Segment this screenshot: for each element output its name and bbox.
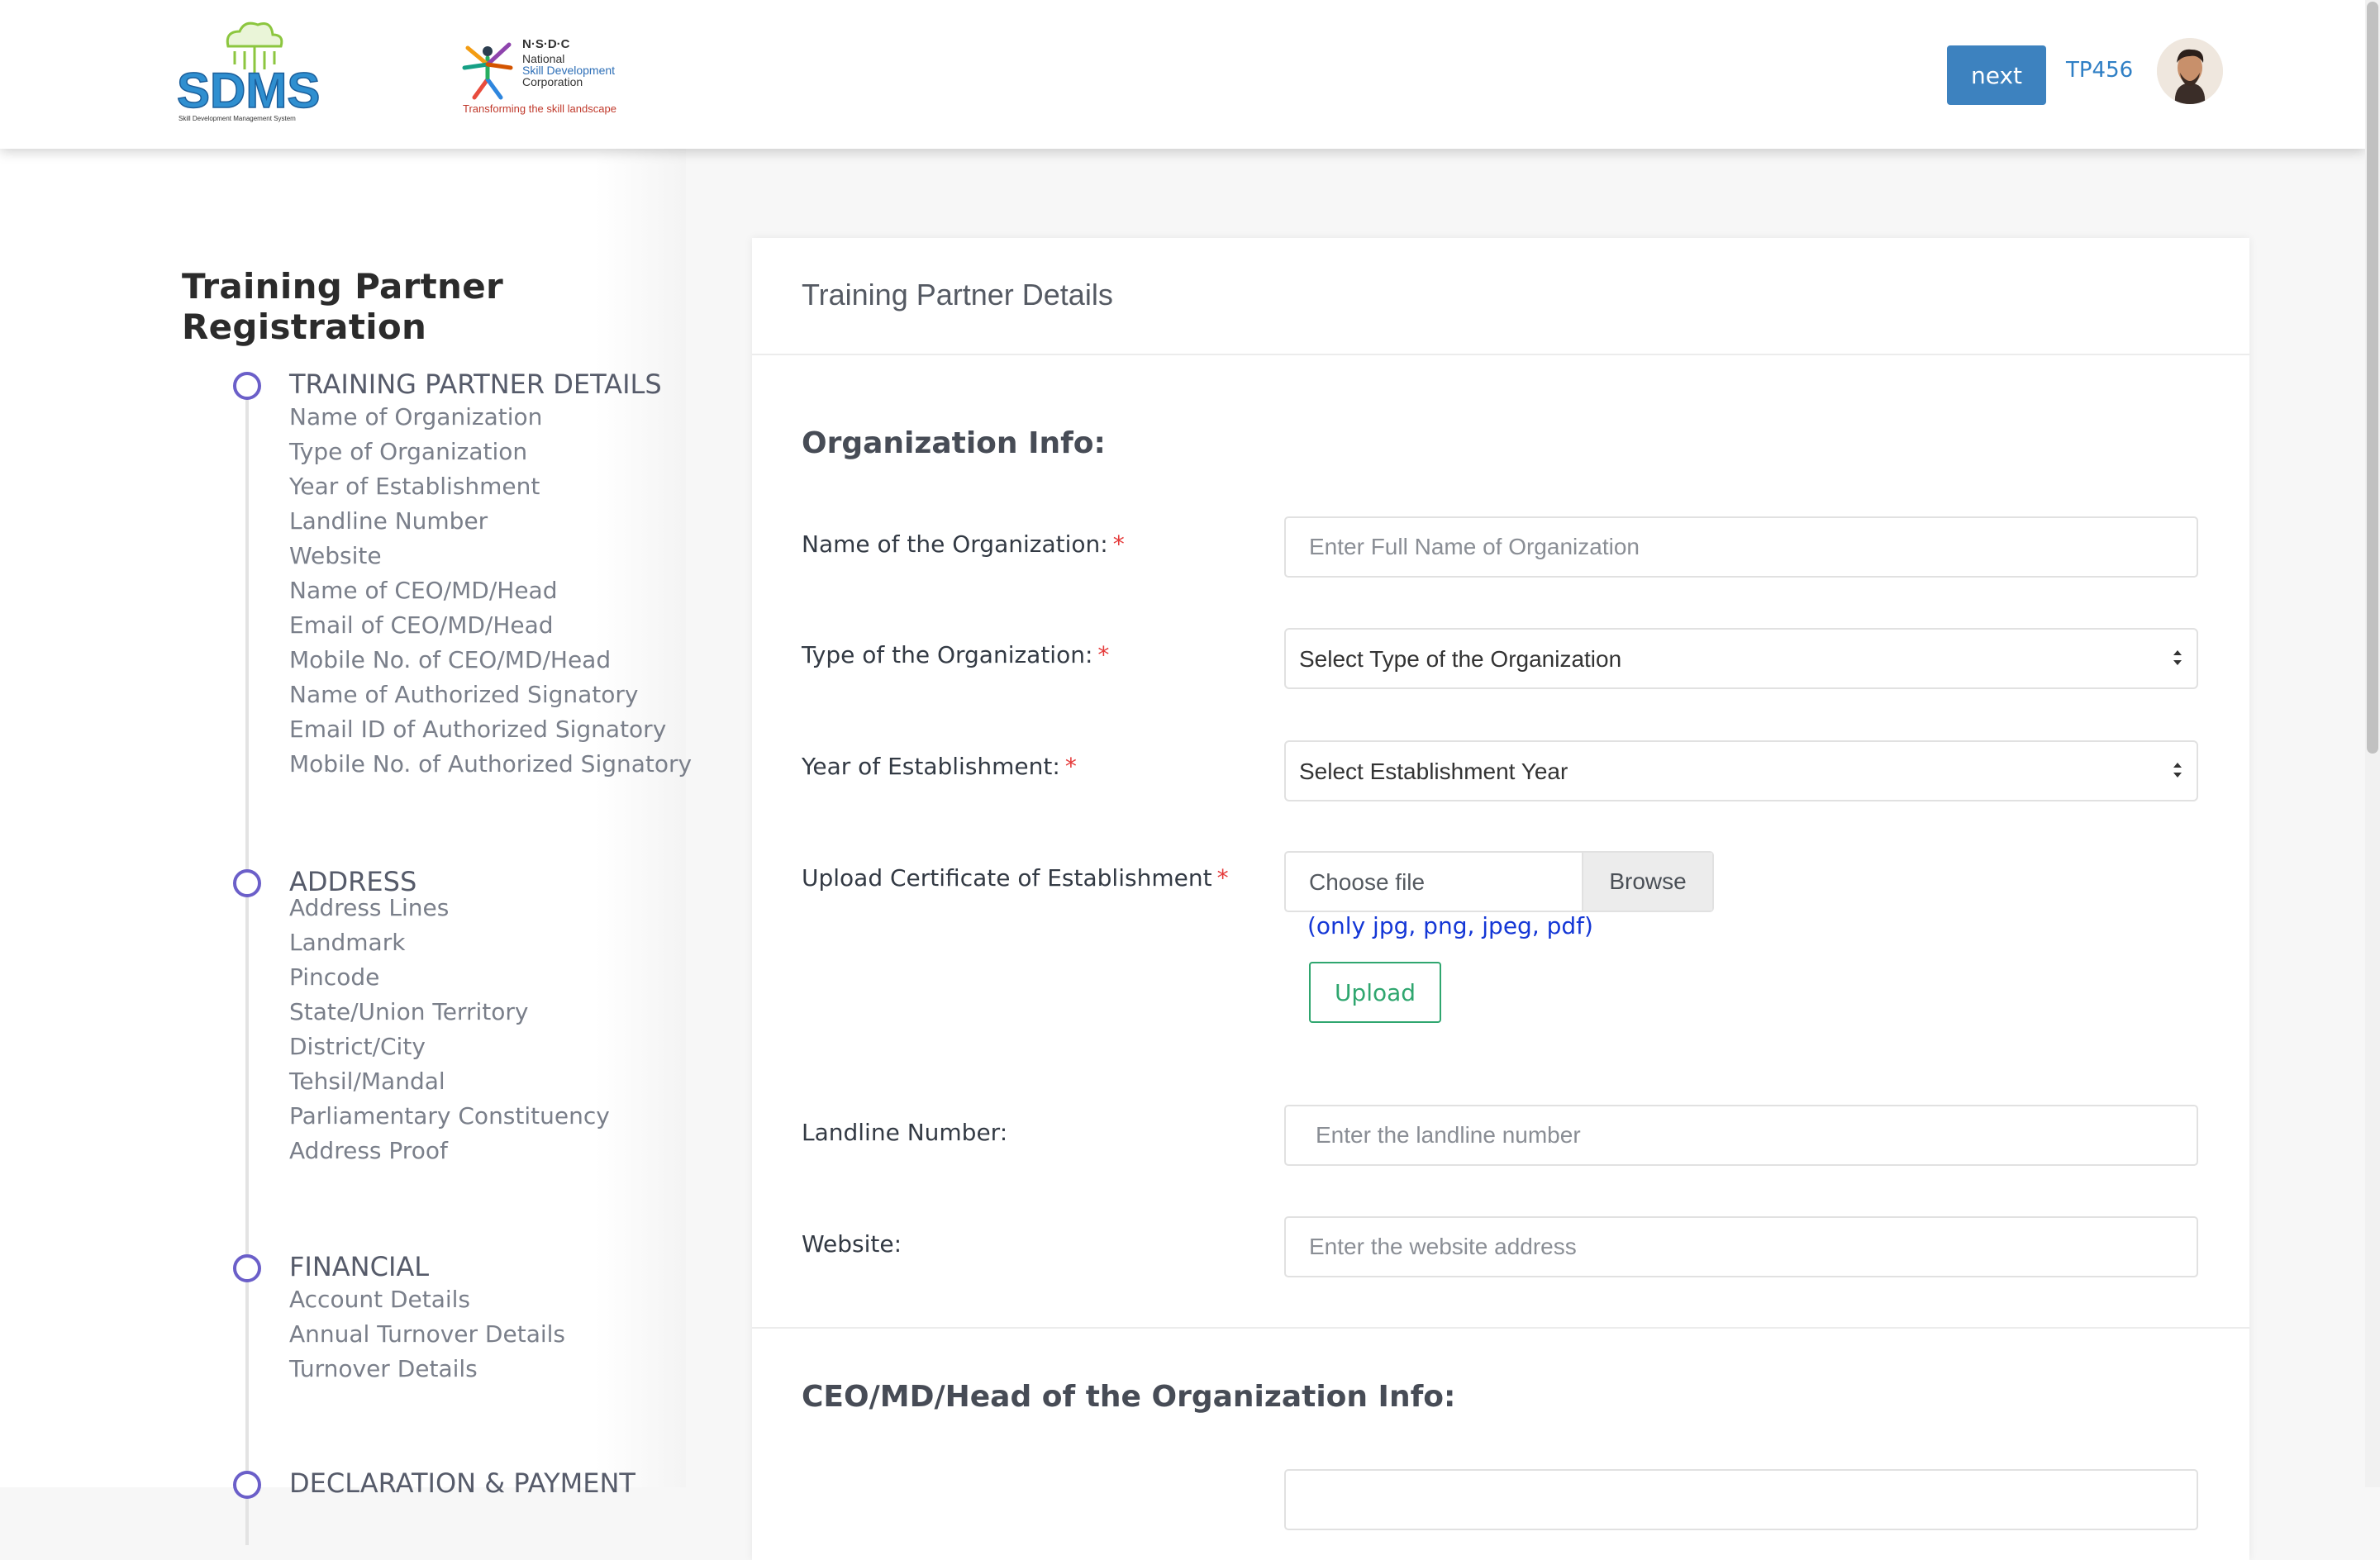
svg-text:Corporation: Corporation	[522, 75, 583, 88]
user-avatar[interactable]	[2157, 38, 2223, 104]
required-asterisk: *	[1112, 530, 1125, 558]
step-item[interactable]: Email of CEO/MD/Head	[289, 608, 692, 643]
sdms-logo[interactable]: SDMS Skill Development Management System	[175, 18, 327, 126]
step-item[interactable]: Landline Number	[289, 504, 692, 539]
user-id-label[interactable]: TP456	[2066, 58, 2133, 83]
step-item-list: Name of Organization Type of Organizatio…	[289, 400, 692, 782]
step-item[interactable]: Parliamentary Constituency	[289, 1099, 610, 1134]
top-navbar: SDMS Skill Development Management System…	[0, 0, 2365, 149]
step-item[interactable]: Address Proof	[289, 1134, 610, 1168]
step-item-list: Address Lines Landmark Pincode State/Uni…	[289, 891, 610, 1168]
organization-info-heading: Organization Info:	[802, 426, 1106, 460]
website-input[interactable]	[1284, 1216, 2198, 1277]
step-title[interactable]: DECLARATION & PAYMENT	[289, 1467, 635, 1499]
ceo-name-input[interactable]	[1284, 1469, 2198, 1530]
required-asterisk: *	[1064, 753, 1077, 780]
establishment-year-select[interactable]: Select Establishment Year	[1284, 740, 2198, 801]
website-label: Website:	[802, 1230, 902, 1258]
establishment-year-label: Year of Establishment: *	[802, 753, 1077, 780]
select-value: Select Establishment Year	[1299, 759, 1568, 784]
training-partner-details-card: Training Partner Details Organization In…	[752, 238, 2249, 1560]
step-item[interactable]: Mobile No. of Authorized Signatory	[289, 747, 692, 782]
label-text: Name of the Organization:	[802, 530, 1108, 558]
file-type-hint: (only jpg, png, jpeg, pdf)	[1307, 912, 1593, 939]
svg-text:Transforming the skill landsca: Transforming the skill landscape	[463, 102, 616, 115]
registration-steps-sidebar: Training Partner Registration TRAINING P…	[0, 149, 692, 1545]
scrollbar-thumb[interactable]	[2367, 2, 2378, 754]
landline-input[interactable]	[1284, 1105, 2198, 1166]
step-item[interactable]: Year of Establishment	[289, 469, 692, 504]
label-text: Year of Establishment:	[802, 753, 1060, 780]
step-item[interactable]: State/Union Territory	[289, 995, 610, 1030]
card-header: Training Partner Details	[752, 238, 2249, 355]
sidebar-title: Training Partner Registration	[182, 266, 504, 347]
organization-type-select[interactable]: Select Type of the Organization	[1284, 628, 2198, 689]
file-placeholder: Choose file	[1309, 869, 1426, 895]
step-item[interactable]: Address Lines	[289, 891, 610, 925]
card-title: Training Partner Details	[802, 278, 1113, 312]
step-item[interactable]: Landmark	[289, 925, 610, 960]
label-text: Upload Certificate of Establishment	[802, 864, 1212, 892]
svg-text:Skill Development Management S: Skill Development Management System	[178, 115, 296, 122]
upload-button[interactable]: Upload	[1309, 962, 1441, 1023]
step-title[interactable]: FINANCIAL	[289, 1251, 429, 1282]
svg-text:SDMS: SDMS	[177, 63, 320, 118]
select-updown-icon	[2173, 650, 2182, 665]
step-circle-icon	[233, 372, 261, 400]
label-text: Type of the Organization:	[802, 641, 1093, 668]
step-item[interactable]: Mobile No. of CEO/MD/Head	[289, 643, 692, 678]
ceo-info-heading: CEO/MD/Head of the Organization Info:	[802, 1380, 1456, 1414]
select-value: Select Type of the Organization	[1299, 646, 1622, 672]
step-title[interactable]: TRAINING PARTNER DETAILS	[289, 369, 662, 400]
step-item[interactable]: Annual Turnover Details	[289, 1317, 565, 1352]
required-asterisk: *	[1216, 864, 1229, 892]
step-circle-icon	[233, 869, 261, 897]
step-item[interactable]: Pincode	[289, 960, 610, 995]
organization-name-input[interactable]	[1284, 516, 2198, 578]
nsdc-logo[interactable]: N·S·D·C National Skill Development Corpo…	[456, 30, 643, 117]
section-divider	[752, 1327, 2249, 1329]
avatar-image	[2157, 38, 2223, 104]
required-asterisk: *	[1097, 641, 1110, 668]
step-item[interactable]: Turnover Details	[289, 1352, 565, 1386]
certificate-file-input[interactable]: Choose file Browse	[1284, 851, 1714, 912]
next-button[interactable]: next	[1947, 45, 2046, 105]
step-item[interactable]: Tehsil/Mandal	[289, 1064, 610, 1099]
step-item[interactable]: Name of Organization	[289, 400, 692, 435]
select-updown-icon	[2173, 763, 2182, 778]
step-circle-icon	[233, 1471, 261, 1499]
certificate-upload-label: Upload Certificate of Establishment *	[802, 864, 1229, 892]
step-item[interactable]: Name of CEO/MD/Head	[289, 573, 692, 608]
browse-button[interactable]: Browse	[1582, 853, 1712, 911]
step-item[interactable]: District/City	[289, 1030, 610, 1064]
svg-text:N·S·D·C: N·S·D·C	[522, 37, 570, 51]
step-item[interactable]: Email ID of Authorized Signatory	[289, 712, 692, 747]
step-item[interactable]: Type of Organization	[289, 435, 692, 469]
landline-label: Landline Number:	[802, 1119, 1008, 1146]
timeline-line	[245, 388, 249, 1545]
step-item[interactable]: Website	[289, 539, 692, 573]
step-item-list: Account Details Annual Turnover Details …	[289, 1282, 565, 1386]
step-item[interactable]: Account Details	[289, 1282, 565, 1317]
organization-name-label: Name of the Organization: *	[802, 530, 1125, 558]
organization-type-label: Type of the Organization: *	[802, 641, 1109, 668]
step-item[interactable]: Name of Authorized Signatory	[289, 678, 692, 712]
step-circle-icon	[233, 1254, 261, 1282]
